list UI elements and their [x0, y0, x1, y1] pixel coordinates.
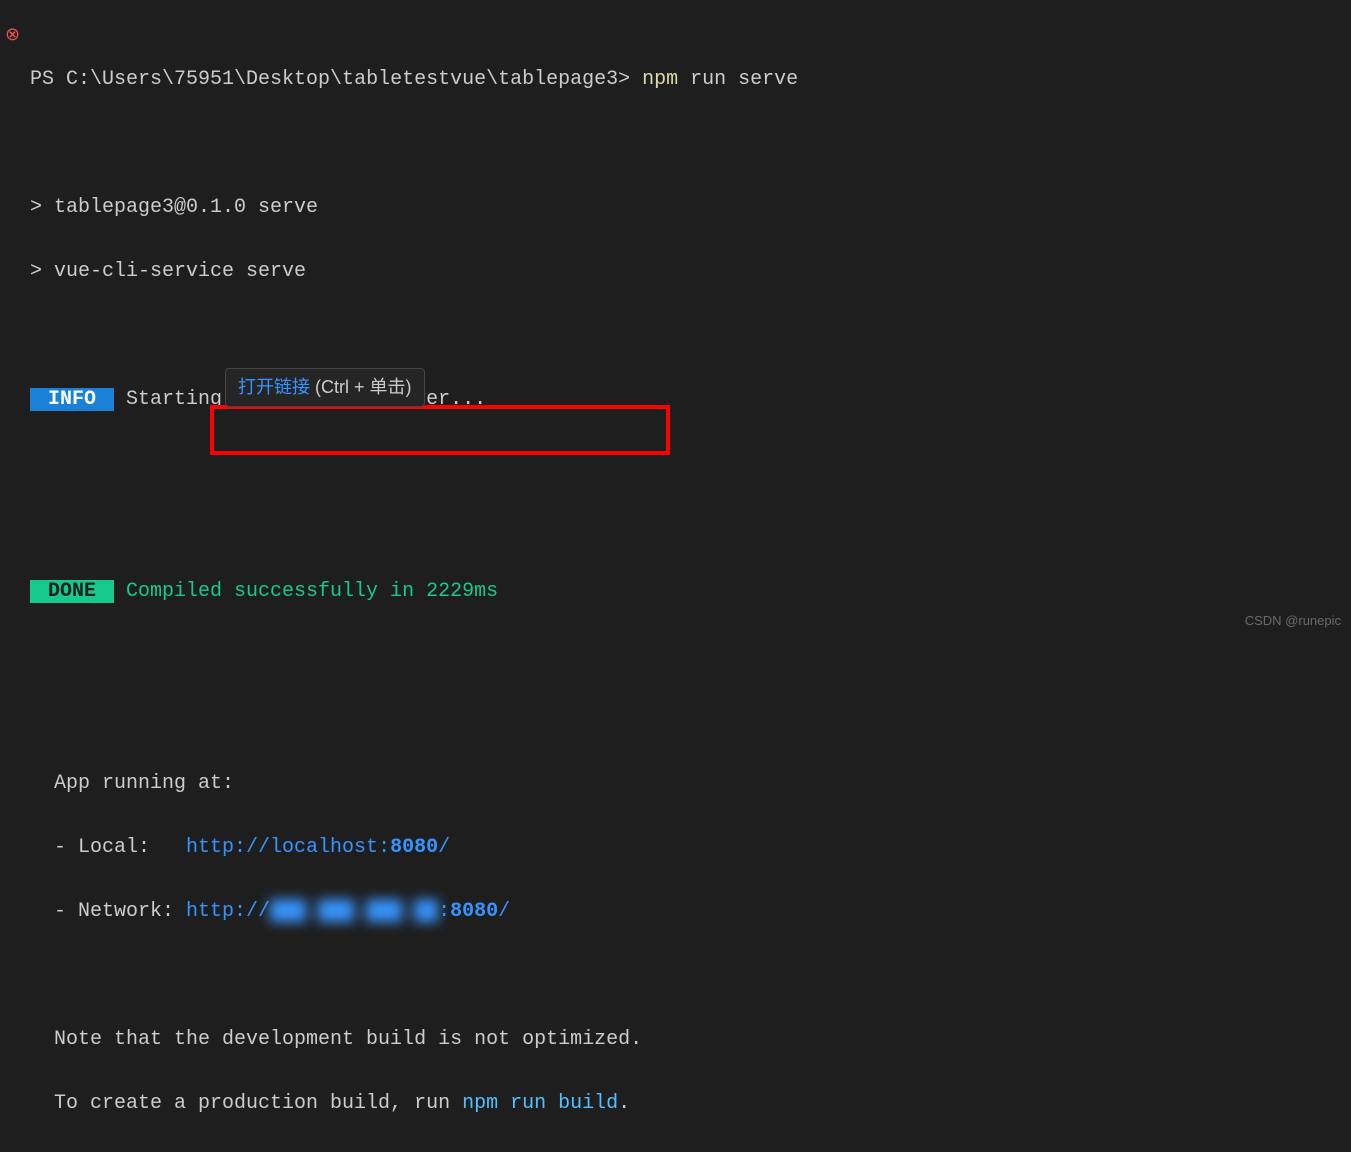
note-line2-end: .: [618, 1092, 630, 1115]
note-line2-text: To create a production build, run: [30, 1092, 462, 1115]
annotation-highlight-box: [210, 405, 670, 455]
info-badge: INFO: [30, 388, 114, 411]
tooltip-hint: (Ctrl + 单击): [310, 377, 412, 397]
error-icon: ⊗: [5, 22, 20, 51]
done-badge: DONE: [30, 580, 114, 603]
network-label: - Network:: [30, 900, 186, 923]
note-line1: Note that the development build is not o…: [30, 1024, 1351, 1056]
output-service: > vue-cli-service serve: [30, 256, 1351, 288]
local-label: - Local:: [30, 836, 186, 859]
command-args: run serve: [678, 68, 798, 91]
tooltip-action: 打开链接: [238, 377, 310, 397]
network-url-link[interactable]: http://███.███.███.██:8080/: [186, 900, 510, 923]
network-ip-blurred: ███.███.███.██: [270, 896, 438, 928]
watermark: CSDN @runepic: [1245, 611, 1341, 632]
output-package: > tablepage3@0.1.0 serve: [30, 192, 1351, 224]
terminal-output[interactable]: ⊗ PS C:\Users\75951\Desktop\tabletestvue…: [0, 0, 1351, 1152]
app-running-label: App running at:: [30, 768, 1351, 800]
done-message: Compiled successfully in 2229ms: [114, 580, 498, 603]
command-npm: npm: [642, 68, 678, 91]
note-build-cmd: npm run build: [462, 1092, 618, 1115]
link-tooltip: 打开链接 (Ctrl + 单击): [225, 368, 425, 407]
prompt-path: PS C:\Users\75951\Desktop\tabletestvue\t…: [30, 68, 630, 91]
local-url-link[interactable]: http://localhost:8080/: [186, 836, 450, 859]
